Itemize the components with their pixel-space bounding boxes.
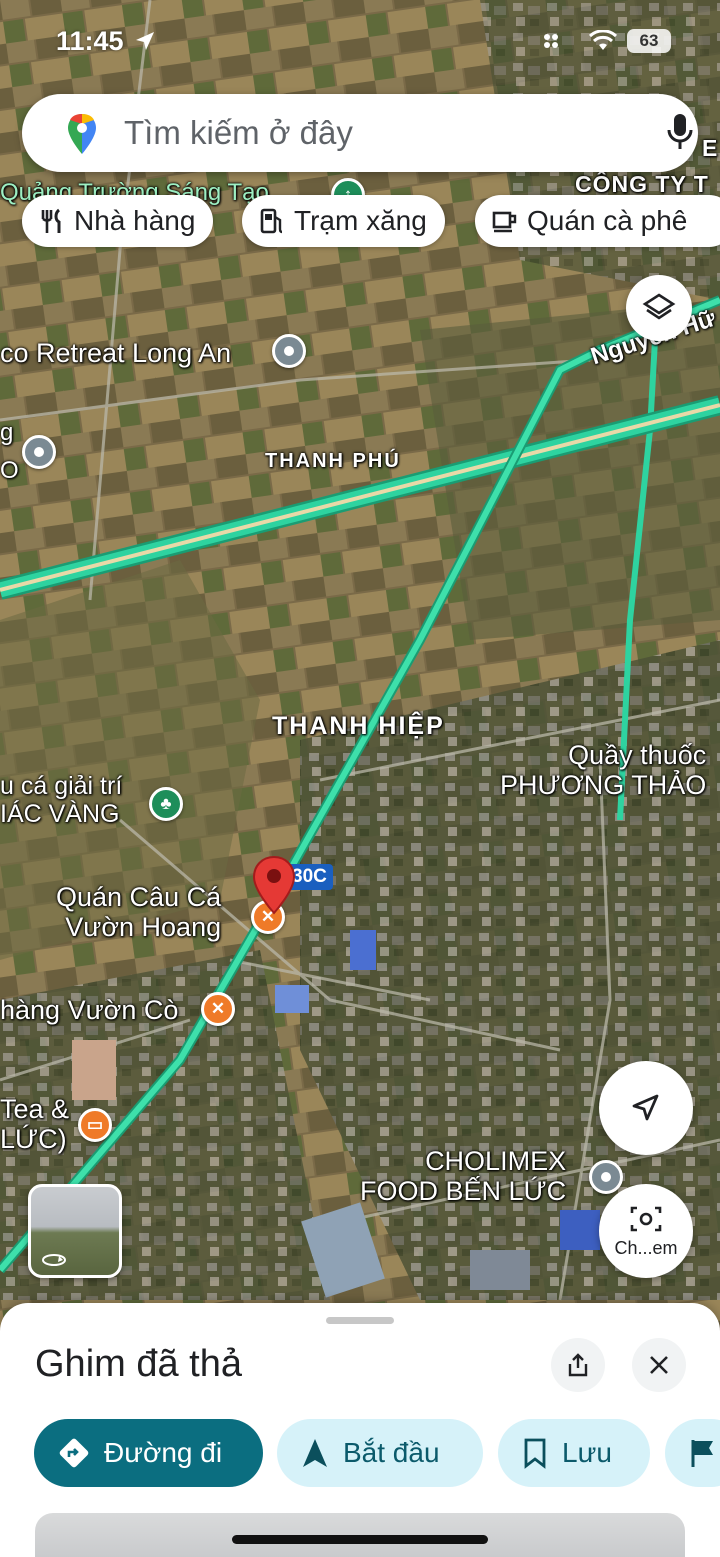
camera-lens-icon (630, 1206, 662, 1231)
poi-label-retreat: co Retreat Long An (0, 338, 232, 368)
navigation-arrow-icon (303, 1439, 327, 1467)
place-bottom-sheet[interactable]: Ghim đã thả Đường đi Bắt đầu Lưu (0, 1303, 720, 1557)
directions-label: Đường đi (104, 1437, 223, 1468)
fork-knife-icon (41, 208, 61, 233)
partial-label-left-o: O (0, 457, 19, 484)
restaurant-icon[interactable]: ✕ (201, 992, 235, 1026)
map-pin-icon (252, 855, 296, 915)
street-view-lens-button[interactable]: Ch...em (599, 1184, 693, 1278)
flag-icon (691, 1440, 713, 1467)
my-location-button[interactable] (599, 1061, 693, 1155)
flag-button[interactable] (665, 1419, 720, 1487)
rotate-360-icon (42, 1254, 66, 1266)
partial-label-top-right-e: E (702, 135, 719, 161)
street-view-thumbnail[interactable] (28, 1184, 122, 1278)
status-bar: 11:45 63 (0, 22, 720, 62)
sheet-title: Ghim đã thả (35, 1343, 242, 1385)
place-label-thanh-phu: THANH PHÚ (265, 450, 401, 472)
lens-caption: Ch...em (614, 1237, 678, 1258)
gas-station-icon (260, 208, 283, 234)
layers-button[interactable] (626, 275, 692, 341)
poi-label-quay-thuoc: Quầy thuốc PHƯƠNG THẢO (500, 740, 707, 801)
poi-pin-left[interactable] (22, 435, 56, 469)
search-placeholder[interactable]: Tìm kiếm ở đây (124, 114, 353, 152)
sheet-drag-handle[interactable] (326, 1317, 394, 1324)
start-button[interactable]: Bắt đầu (277, 1419, 483, 1487)
poi-pin-park[interactable]: ♣ (149, 787, 183, 821)
chip-label: Nhà hàng (74, 205, 196, 236)
location-arrow-icon (136, 32, 154, 50)
home-indicator (232, 1535, 488, 1544)
share-icon (568, 1353, 588, 1377)
chip-label: Trạm xăng (294, 205, 427, 236)
save-label: Lưu (562, 1437, 612, 1468)
chip-coffee[interactable]: Quán cà phê (475, 195, 720, 247)
wifi-icon (588, 30, 618, 50)
place-label-thanh-hiep: THANH HIỆP (272, 712, 445, 740)
coffee-cup-icon (492, 211, 517, 233)
partial-label-top-right: CÔNG TY T (575, 171, 709, 197)
status-time: 11:45 (56, 26, 124, 56)
close-icon (650, 1356, 668, 1374)
cellular-signal-icon (544, 34, 558, 48)
navigation-arrow-icon (632, 1094, 659, 1121)
google-maps-logo-icon (68, 114, 96, 154)
chip-restaurants[interactable]: Nhà hàng (22, 195, 214, 247)
poi-label-vuon-co: hàng Vườn Cò (0, 995, 179, 1025)
directions-icon (59, 1438, 89, 1468)
chip-gas-stations[interactable]: Trạm xăng (242, 195, 445, 247)
poi-label-cholimex: CHOLIMEX FOOD BẾN LỨC (360, 1146, 567, 1207)
start-label: Bắt đầu (343, 1437, 440, 1468)
partial-label-left-g: g (0, 419, 14, 446)
poi-pin-retreat[interactable] (272, 334, 306, 368)
poi-pin-cholimex[interactable] (589, 1160, 623, 1194)
share-button[interactable] (551, 1338, 605, 1392)
save-button[interactable]: Lưu (498, 1419, 650, 1487)
layers-icon (642, 293, 676, 320)
poi-label-ho-cau-ca: u cá giải trí IÁC VÀNG (0, 772, 123, 828)
directions-button[interactable]: Đường đi (34, 1419, 263, 1487)
dropped-pin-marker[interactable] (252, 855, 296, 922)
battery-indicator: 63 (627, 29, 671, 53)
poi-label-tea: Tea & LỨC) (0, 1094, 70, 1155)
chip-label: Quán cà phê (527, 205, 688, 236)
coffee-icon[interactable]: ▭ (78, 1108, 112, 1142)
microphone-icon[interactable] (666, 112, 694, 152)
poi-label-quan-cau-ca: Quán Câu Cá Vườn Hoang (56, 882, 222, 943)
search-bar[interactable]: Tìm kiếm ở đây (22, 94, 698, 172)
close-button[interactable] (632, 1338, 686, 1392)
bookmark-icon (524, 1438, 546, 1469)
